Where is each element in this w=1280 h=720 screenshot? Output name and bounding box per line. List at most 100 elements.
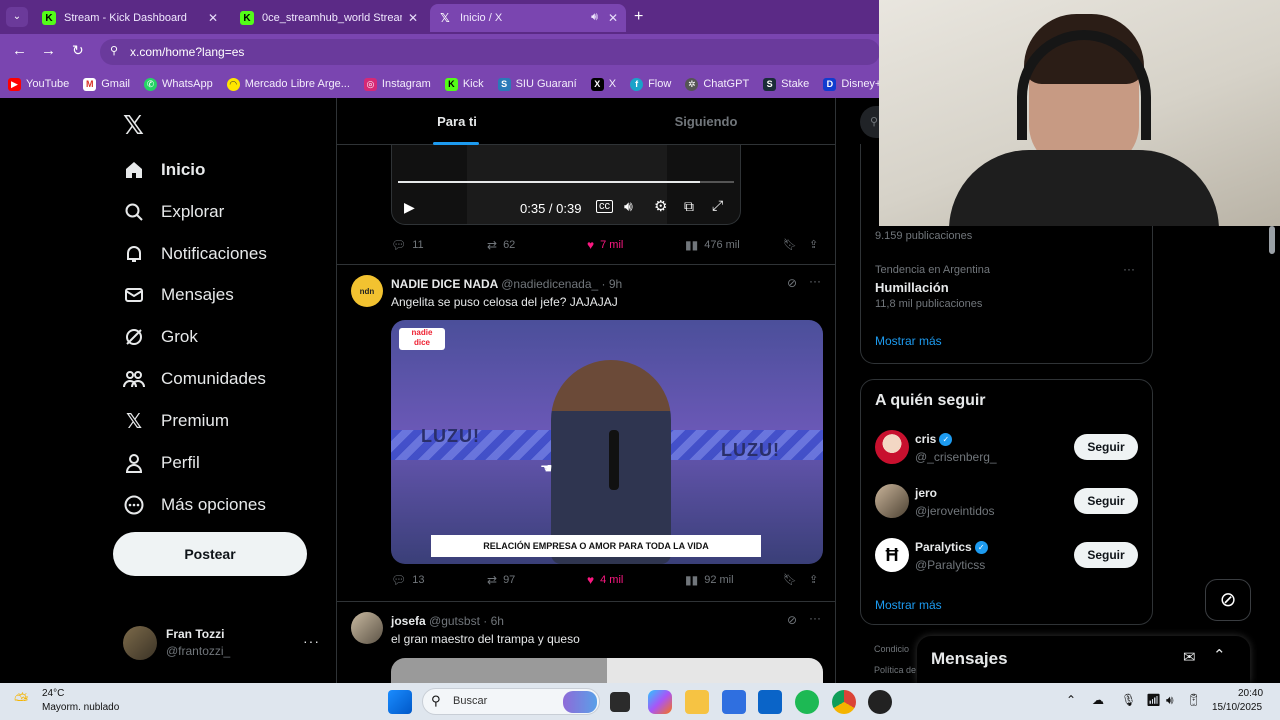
address-bar[interactable]: ⚲ x.com/home?lang=es: [100, 39, 880, 65]
post-author[interactable]: NADIE DICE NADA @nadiedicenada_ · 9h: [391, 277, 622, 291]
post[interactable]: ndn NADIE DICE NADA @nadiedicenada_ · 9h…: [337, 265, 835, 602]
outlook-icon[interactable]: [758, 690, 782, 714]
video-player[interactable]: ▶ 0:35 / 0:39 cc 🔊︎ ⚙ ⧉ ⤢: [391, 145, 741, 225]
task-view-icon[interactable]: [610, 692, 630, 712]
store-icon[interactable]: [722, 690, 746, 714]
show-more-link[interactable]: Mostrar más: [875, 334, 942, 348]
copilot-icon[interactable]: [648, 690, 672, 714]
like-button[interactable]: ♥ 7 mil: [587, 238, 623, 252]
bookmark-chatgpt[interactable]: ✲ ChatGPT: [685, 77, 749, 91]
reply-button[interactable]: 💬︎ 11: [391, 238, 424, 252]
tab-siguiendo[interactable]: Siguiendo: [577, 98, 835, 145]
play-icon[interactable]: ▶: [404, 199, 415, 216]
clock-date[interactable]: 15/10/2025: [1212, 702, 1262, 713]
post[interactable]: josefa @gutsbst · 6h ⊘ ··· el gran maest…: [337, 602, 835, 683]
trend-item[interactable]: Tendencia en Argentina Humillación 11,8 …: [861, 256, 1152, 312]
close-icon[interactable]: ✕: [608, 11, 618, 25]
post-author[interactable]: josefa @gutsbst · 6h: [391, 614, 504, 628]
bookmark-instagram[interactable]: ◎ Instagram: [363, 77, 431, 91]
account-switcher[interactable]: Fran Tozzi @frantozzi_ ···: [123, 625, 328, 661]
expand-icon[interactable]: ⌃: [1213, 646, 1226, 664]
site-info-icon[interactable]: ⚲: [110, 44, 118, 57]
grok-floating-button[interactable]: ⊘: [1205, 579, 1251, 621]
fullscreen-icon[interactable]: ⤢: [712, 197, 723, 214]
post-media[interactable]: LUZU! LUZU! nadie dice RELACIÓN EMPRESA O…: [391, 320, 823, 564]
tab-list-button[interactable]: ⌄: [6, 7, 28, 27]
taskbar-search[interactable]: ⚲ Buscar: [422, 688, 600, 715]
new-message-icon[interactable]: ✉: [1183, 648, 1196, 666]
reload-icon[interactable]: ↻: [72, 42, 84, 59]
battery-icon[interactable]: 🔋︎: [1186, 693, 1201, 707]
repost-button[interactable]: ⇄ 97: [487, 573, 515, 587]
close-icon[interactable]: ✕: [408, 11, 418, 25]
more-icon[interactable]: ···: [809, 611, 821, 625]
post-media[interactable]: [391, 658, 823, 683]
chevron-up-icon[interactable]: ⌃: [1066, 693, 1076, 707]
sidebar-item-perfil[interactable]: Perfil: [123, 443, 200, 483]
app-icon[interactable]: [868, 690, 892, 714]
sidebar-item-premium[interactable]: 𝕏 Premium: [123, 401, 229, 441]
tab-x-home[interactable]: 𝕏 Inicio / X 🔊︎ ✕: [430, 4, 626, 32]
scrollbar-thumb[interactable]: [1269, 226, 1275, 254]
close-icon[interactable]: ✕: [208, 11, 218, 25]
grok-icon[interactable]: ⊘: [787, 613, 797, 627]
post-button[interactable]: Postear: [113, 532, 307, 576]
bookmark-kick[interactable]: K Kick: [444, 77, 484, 91]
bookmark-icon[interactable]: 🔖︎: [783, 573, 797, 586]
bookmark-mercadolibre[interactable]: ◠ Mercado Libre Arge...: [226, 77, 350, 91]
more-icon[interactable]: ···: [303, 633, 320, 649]
weather-widget[interactable]: ⛅︎ 24°C Mayorm. nublado: [14, 686, 134, 718]
bookmark-youtube[interactable]: ▶ YouTube: [8, 77, 69, 91]
back-icon[interactable]: ←: [12, 42, 27, 59]
clock-time[interactable]: 20:40: [1238, 688, 1263, 699]
footer-link[interactable]: Política de: [874, 665, 916, 675]
sidebar-item-explorar[interactable]: Explorar: [123, 192, 224, 232]
views-button[interactable]: ▮▮ 92 mil: [685, 573, 734, 587]
more-icon[interactable]: ···: [809, 274, 821, 288]
new-tab-button[interactable]: +: [634, 8, 643, 26]
forward-icon[interactable]: →: [41, 42, 56, 59]
share-icon[interactable]: ⇪: [809, 573, 818, 586]
volume-icon[interactable]: 🔊︎: [624, 198, 633, 215]
captions-icon[interactable]: cc: [596, 200, 613, 213]
sidebar-item-inicio[interactable]: Inicio: [123, 150, 205, 190]
tab-kick-dashboard[interactable]: K Stream - Kick Dashboard ✕: [34, 4, 226, 32]
file-explorer-icon[interactable]: [685, 690, 709, 714]
follow-button[interactable]: Seguir: [1074, 542, 1138, 568]
settings-icon[interactable]: ⚙: [654, 197, 667, 215]
reply-button[interactable]: 💬︎ 13: [391, 573, 424, 587]
bookmark-gmail[interactable]: M Gmail: [83, 77, 130, 91]
volume-icon[interactable]: 🔊︎: [1166, 693, 1174, 708]
post[interactable]: ▶ 0:35 / 0:39 cc 🔊︎ ⚙ ⧉ ⤢ 💬︎ 11 ⇄ 62 ♥ 7 mi…: [337, 145, 835, 265]
video-progress-track[interactable]: [398, 181, 734, 183]
pip-icon[interactable]: ⧉: [684, 198, 694, 215]
tray-icon[interactable]: ☁: [1092, 693, 1104, 707]
follow-suggestion[interactable]: jero @jeroveintidos Seguir: [861, 480, 1152, 524]
bookmark-disney[interactable]: D Disney+: [823, 77, 880, 91]
sidebar-item-mensajes[interactable]: Mensajes: [123, 275, 234, 315]
speaker-icon[interactable]: 🔊︎: [591, 11, 598, 24]
share-icon[interactable]: ⇪: [809, 238, 818, 251]
show-more-link[interactable]: Mostrar más: [875, 598, 942, 612]
bookmark-siu[interactable]: S SIU Guaraní: [497, 77, 577, 91]
messages-drawer[interactable]: Mensajes ✉ ⌃: [917, 636, 1250, 683]
chrome-icon[interactable]: [832, 690, 856, 714]
sidebar-item-comunidades[interactable]: Comunidades: [123, 359, 266, 399]
spotify-icon[interactable]: [795, 690, 819, 714]
windows-start-icon[interactable]: [388, 690, 412, 714]
footer-link[interactable]: Condicio: [874, 644, 909, 654]
follow-button[interactable]: Seguir: [1074, 434, 1138, 460]
scrollbar[interactable]: [1268, 226, 1276, 676]
more-icon[interactable]: ···: [1123, 262, 1135, 276]
bookmark-flow[interactable]: f Flow: [630, 77, 671, 91]
bookmark-icon[interactable]: 🔖︎: [783, 238, 797, 251]
search-icon[interactable]: ⚲: [860, 106, 880, 138]
sidebar-item-notificaciones[interactable]: Notificaciones: [123, 234, 267, 274]
bookmark-stake[interactable]: S Stake: [763, 77, 809, 91]
follow-suggestion[interactable]: cris ✓ @_crisenberg_ Seguir: [861, 426, 1152, 470]
views-button[interactable]: ▮▮ 476 mil: [685, 238, 740, 252]
grok-icon[interactable]: ⊘: [787, 276, 797, 290]
x-logo-icon[interactable]: 𝕏: [123, 110, 144, 141]
tab-kick-stream[interactable]: K 0ce_streamhub_world Stream - ✕: [232, 4, 426, 32]
follow-button[interactable]: Seguir: [1074, 488, 1138, 514]
